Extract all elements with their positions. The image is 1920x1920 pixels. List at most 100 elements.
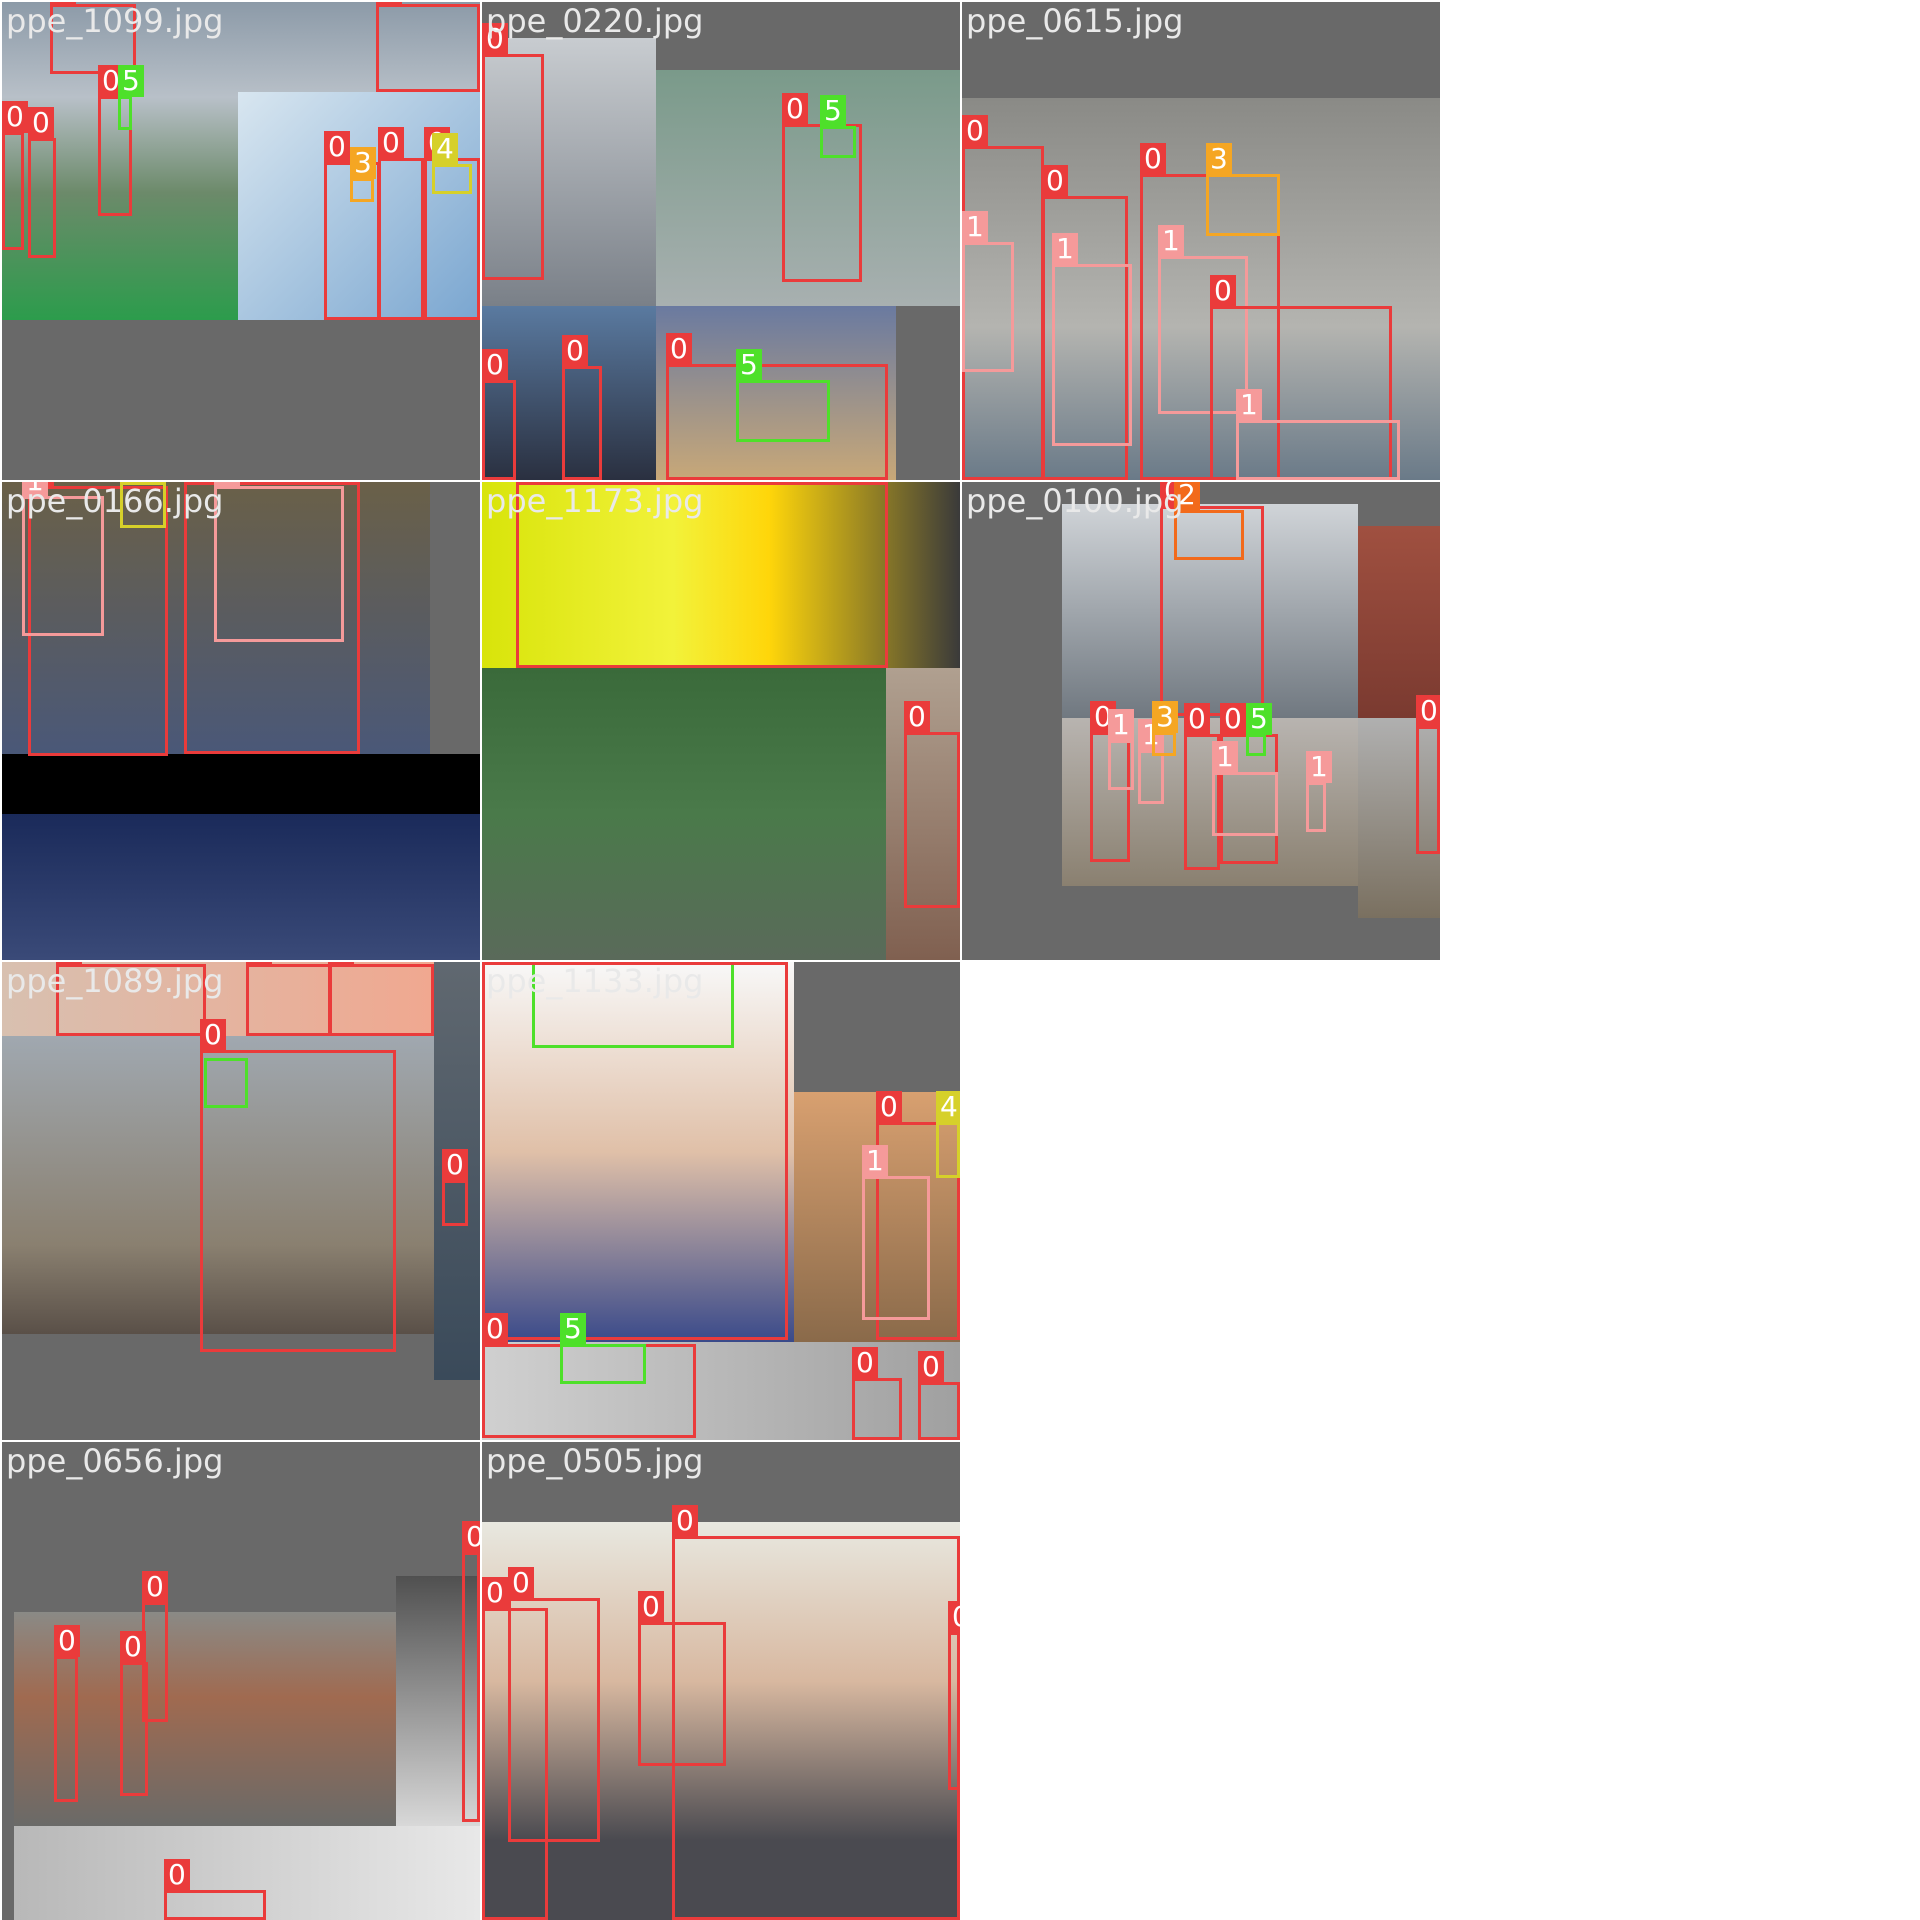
detection-box: 5 bbox=[118, 65, 144, 130]
class-label: 5 bbox=[560, 1313, 586, 1345]
detection-box: 0 bbox=[508, 1567, 600, 1842]
mosaic-tile-ppe-0166: ppe_0166.jpg 0 1 4 0 1 bbox=[2, 482, 480, 960]
detection-box: 1 bbox=[1236, 389, 1400, 480]
detection-box: 0 bbox=[918, 1351, 960, 1440]
detection-box: 0 bbox=[142, 1571, 168, 1722]
mosaic-tile-ppe-0656: ppe_0656.jpg 0 0 0 0 0 bbox=[2, 1442, 480, 1920]
class-label: 1 bbox=[1212, 741, 1238, 773]
tile-title: ppe_1089.jpg bbox=[6, 962, 224, 1000]
tile-title: ppe_0220.jpg bbox=[486, 2, 704, 40]
mosaic-tile-ppe-0220: ppe_0220.jpg 0 0 5 0 0 0 5 bbox=[482, 2, 960, 480]
class-label: 5 bbox=[736, 349, 762, 381]
detection-box: 5 bbox=[560, 1313, 646, 1384]
class-label: 0 bbox=[672, 1505, 698, 1537]
detection-box: 1 bbox=[962, 211, 1014, 372]
detection-box: 0 bbox=[28, 107, 56, 258]
class-label: 1 bbox=[1052, 233, 1078, 265]
class-label: 0 bbox=[1140, 143, 1166, 175]
detection-box: 1 bbox=[1212, 741, 1278, 836]
detection-box: 0 bbox=[562, 335, 602, 480]
class-label: 0 bbox=[1220, 703, 1246, 735]
class-label: 0 bbox=[462, 1521, 480, 1553]
class-label: 0 bbox=[378, 127, 404, 159]
detection-box: 0 bbox=[638, 1591, 726, 1766]
tile-title: ppe_0615.jpg bbox=[966, 2, 1184, 40]
detection-box: 0 bbox=[328, 962, 434, 1036]
detection-box: 0 bbox=[246, 962, 332, 1036]
detection-box: 2 bbox=[1174, 482, 1244, 560]
class-label: 0 bbox=[666, 333, 692, 365]
class-label: 1 bbox=[1306, 751, 1332, 783]
class-label: 3 bbox=[1206, 143, 1232, 175]
class-label: 1 bbox=[1236, 389, 1262, 421]
class-label: 5 bbox=[118, 65, 144, 97]
class-label: 0 bbox=[1416, 695, 1440, 727]
class-label: 0 bbox=[1042, 165, 1068, 197]
class-label: 1 bbox=[1108, 709, 1134, 741]
mosaic-tile-ppe-1099: ppe_1099.jpg 0 0 0 0 0 5 0 3 0 0 4 bbox=[2, 2, 480, 480]
class-label: 0 bbox=[54, 1625, 80, 1657]
class-label: 0 bbox=[482, 349, 508, 381]
detection-box: 1 bbox=[214, 482, 344, 642]
mosaic-tile-ppe-1133: ppe_1133.jpg 5 0 4 1 0 5 0 0 bbox=[482, 962, 960, 1440]
detection-box: 1 bbox=[1108, 709, 1134, 790]
class-label: 1 bbox=[962, 211, 988, 243]
class-label: 0 bbox=[904, 701, 930, 733]
class-label: 0 bbox=[28, 107, 54, 139]
detection-box: 0 bbox=[376, 2, 480, 92]
class-label: 0 bbox=[562, 335, 588, 367]
class-label: 0 bbox=[482, 1577, 508, 1609]
detection-box: 0 bbox=[482, 23, 544, 280]
class-label: 0 bbox=[1184, 703, 1210, 735]
class-label: 0 bbox=[876, 1091, 902, 1123]
photo-industrial-pipes bbox=[2, 814, 480, 960]
mosaic-tile-ppe-1089: ppe_1089.jpg 0 0 0 0 0 bbox=[2, 962, 480, 1440]
detection-box: 5 bbox=[820, 95, 856, 158]
class-label: 0 bbox=[482, 1313, 508, 1345]
mosaic-tile-ppe-0505: ppe_0505.jpg 0 0 0 0 0 bbox=[482, 1442, 960, 1920]
detection-box: 0 bbox=[904, 701, 960, 908]
class-label: 0 bbox=[164, 1859, 190, 1891]
class-label: 0 bbox=[918, 1351, 944, 1383]
class-label: 3 bbox=[350, 147, 376, 179]
tile-title: ppe_1133.jpg bbox=[486, 962, 704, 1000]
photo-pickup-truck bbox=[482, 668, 886, 960]
class-label: 0 bbox=[638, 1591, 664, 1623]
detection-box: 1 bbox=[1306, 751, 1332, 832]
class-label: 1 bbox=[1158, 225, 1184, 257]
class-label: 0 bbox=[324, 131, 350, 163]
detection-box: 0 bbox=[482, 349, 516, 480]
tile-title: ppe_0505.jpg bbox=[486, 1442, 704, 1480]
class-label: 5 bbox=[820, 95, 846, 127]
class-label: 0 bbox=[2, 101, 28, 133]
detection-box: 0 bbox=[1416, 695, 1440, 854]
detection-box: 5 bbox=[736, 349, 830, 442]
class-label: 0 bbox=[328, 962, 354, 965]
tile-title: ppe_1173.jpg bbox=[486, 482, 704, 520]
detection-box bbox=[204, 1058, 248, 1108]
detection-box: 3 bbox=[350, 147, 376, 202]
class-label: 5 bbox=[1246, 703, 1272, 735]
class-label: 0 bbox=[1210, 275, 1236, 307]
detection-box: 1 bbox=[1138, 719, 1164, 804]
class-label: 0 bbox=[852, 1347, 878, 1379]
detection-box: 3 bbox=[1206, 143, 1280, 236]
class-label: 1 bbox=[862, 1145, 888, 1177]
class-label: 0 bbox=[442, 1149, 468, 1181]
detection-box: 4 bbox=[936, 1091, 960, 1178]
detection-box: 0 bbox=[378, 127, 424, 320]
mosaic-tile-ppe-0615: ppe_0615.jpg 0 1 0 1 0 3 1 0 1 bbox=[962, 2, 1440, 480]
detection-box: 0 bbox=[462, 1521, 480, 1822]
photo-brick-wall bbox=[1358, 526, 1440, 718]
class-label: 0 bbox=[376, 2, 402, 5]
detection-box bbox=[482, 962, 788, 1340]
detection-box: 0 bbox=[164, 1859, 266, 1920]
detection-box: 0 bbox=[948, 1601, 960, 1790]
class-label: 0 bbox=[782, 93, 808, 125]
tile-title: ppe_0100.jpg bbox=[966, 482, 1184, 520]
detection-box: 1 bbox=[862, 1145, 930, 1320]
class-label: 4 bbox=[936, 1091, 960, 1123]
class-label: 0 bbox=[962, 115, 988, 147]
class-label: 0 bbox=[142, 1571, 168, 1603]
class-label: 4 bbox=[432, 133, 458, 165]
